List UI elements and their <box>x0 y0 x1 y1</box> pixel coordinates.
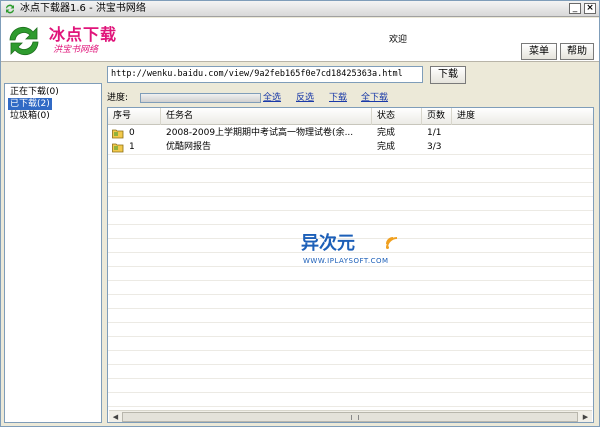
grid-line <box>108 154 593 155</box>
row-progress <box>452 141 593 154</box>
grid-line <box>108 168 593 169</box>
welcome-text: 欢迎 <box>389 35 408 45</box>
invert-select-link[interactable]: 反选 <box>296 92 314 104</box>
brand-title: 冰点下载 <box>49 25 118 44</box>
minimize-button[interactable]: _ <box>569 3 581 14</box>
grid-line <box>108 322 593 323</box>
sidebar-item-downloaded[interactable]: 已下载(2) <box>8 98 52 110</box>
watermark: 异次元 WWW.IPLAYSOFT.COM <box>301 234 411 274</box>
title-bar[interactable]: 冰点下载器1.6 - 洪宝书网络 _ × <box>1 1 599 17</box>
table-row[interactable]: 1 优酷网报告 完成 3/3 <box>108 141 593 154</box>
select-all-link[interactable]: 全选 <box>263 92 281 104</box>
grid-line <box>108 280 593 281</box>
row-pages: 3/3 <box>427 142 442 152</box>
grid-line <box>108 378 593 379</box>
grid-line <box>108 336 593 337</box>
folder-icon <box>112 143 124 153</box>
grid-line <box>108 350 593 351</box>
grip-icon <box>351 415 359 420</box>
close-button[interactable]: × <box>584 3 596 14</box>
row-index: 0 <box>129 128 135 138</box>
column-header-index[interactable]: 序号 <box>108 108 161 125</box>
watermark-url: WWW.IPLAYSOFT.COM <box>303 257 389 265</box>
logo-refresh-icon <box>9 26 39 56</box>
grid-line <box>108 210 593 211</box>
table-row[interactable]: 0 2008-2009上学期期中考试高一物理试卷(余... 完成 1/1 <box>108 127 593 140</box>
app-window: 冰点下载器1.6 - 洪宝书网络 _ × 冰点下载 洪宝书网络 欢迎 菜单 帮助… <box>0 0 600 427</box>
column-header-progress[interactable]: 进度 <box>452 108 593 125</box>
app-refresh-icon <box>6 4 14 14</box>
column-header-name[interactable]: 任务名 <box>161 108 372 125</box>
row-pages: 1/1 <box>427 128 442 138</box>
grid-line <box>108 196 593 197</box>
sidebar-item-downloading[interactable]: 正在下载(0) <box>8 86 61 98</box>
download-all-link[interactable]: 全下载 <box>361 92 388 104</box>
grid-line <box>108 182 593 183</box>
watermark-text: 异次元 <box>301 233 355 254</box>
menu-button[interactable]: 菜单 <box>521 43 557 60</box>
progress-label: 进度: <box>107 93 129 103</box>
sidebar-item-trash[interactable]: 垃圾箱(0) <box>8 110 52 122</box>
grid-line <box>108 224 593 225</box>
sidebar: 正在下载(0) 已下载(2) 垃圾箱(0) <box>4 83 102 423</box>
row-status: 完成 <box>377 128 396 138</box>
window-title: 冰点下载器1.6 - 洪宝书网络 <box>20 3 146 14</box>
scroll-left-icon[interactable]: ◀ <box>110 412 121 422</box>
folder-icon <box>112 129 124 139</box>
column-header-status[interactable]: 状态 <box>372 108 422 125</box>
scroll-right-icon[interactable]: ▶ <box>580 412 591 422</box>
grid-line <box>108 308 593 309</box>
column-header-pages[interactable]: 页数 <box>422 108 452 125</box>
row-name: 优酷网报告 <box>166 142 212 152</box>
scrollbar-thumb[interactable] <box>122 412 578 422</box>
brand-subtitle: 洪宝书网络 <box>53 45 99 55</box>
grid-line <box>108 392 593 393</box>
url-input[interactable]: http://wenku.baidu.com/view/9a2feb165f0e… <box>107 66 423 83</box>
row-status: 完成 <box>377 142 396 152</box>
horizontal-scrollbar[interactable]: ◀ ▶ <box>109 410 592 422</box>
download-link[interactable]: 下载 <box>329 92 347 104</box>
progress-bar <box>140 93 261 103</box>
grid-line <box>108 364 593 365</box>
list-header: 序号 任务名 状态 页数 进度 <box>108 108 593 125</box>
grid-line <box>108 294 593 295</box>
row-index: 1 <box>129 142 135 152</box>
help-button[interactable]: 帮助 <box>560 43 594 60</box>
signal-wave-icon <box>386 237 398 249</box>
row-progress <box>452 127 593 140</box>
grid-line <box>108 406 593 407</box>
row-name: 2008-2009上学期期中考试高一物理试卷(余... <box>166 128 354 138</box>
header-banner: 冰点下载 洪宝书网络 欢迎 菜单 帮助 <box>1 18 599 62</box>
download-button[interactable]: 下载 <box>430 66 466 84</box>
